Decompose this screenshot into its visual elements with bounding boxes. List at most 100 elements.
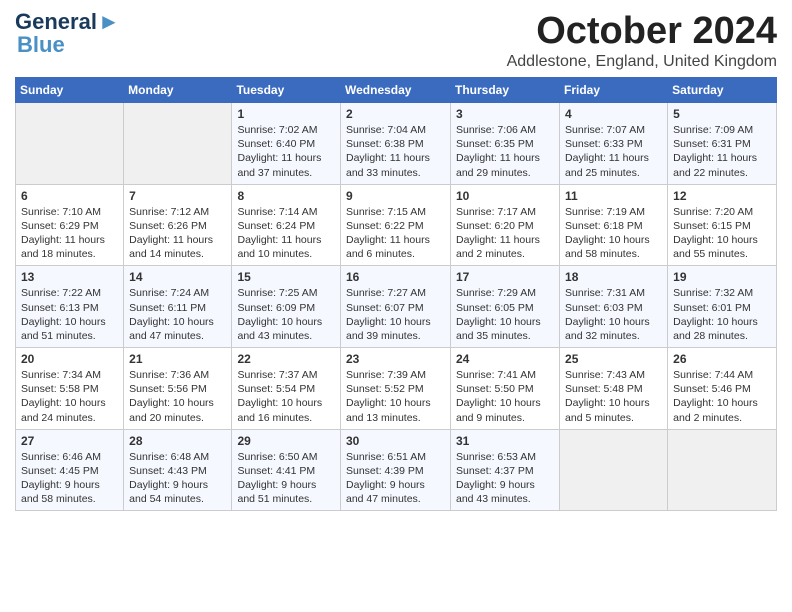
day-number: 9	[346, 189, 445, 203]
day-info: Sunrise: 7:02 AMSunset: 6:40 PMDaylight:…	[237, 124, 321, 179]
day-number: 15	[237, 270, 335, 284]
header-thursday: Thursday	[451, 78, 560, 103]
header-tuesday: Tuesday	[232, 78, 341, 103]
day-info: Sunrise: 6:51 AMSunset: 4:39 PMDaylight:…	[346, 451, 426, 506]
day-number: 5	[673, 107, 771, 121]
day-number: 31	[456, 434, 554, 448]
calendar-cell: 30 Sunrise: 6:51 AMSunset: 4:39 PMDayligh…	[341, 429, 451, 511]
calendar-cell: 19Sunrise: 7:32 AMSunset: 6:01 PMDayligh…	[668, 266, 777, 348]
day-info: Sunrise: 6:53 AMSunset: 4:37 PMDaylight:…	[456, 451, 536, 506]
calendar-cell	[124, 103, 232, 185]
calendar-week-2: 6 Sunrise: 7:10 AMSunset: 6:29 PMDaylight…	[16, 184, 777, 266]
day-number: 29	[237, 434, 335, 448]
day-number: 21	[129, 352, 226, 366]
day-info: Sunrise: 7:39 AMSunset: 5:52 PMDaylight:…	[346, 369, 431, 424]
calendar-week-4: 20Sunrise: 7:34 AMSunset: 5:58 PMDayligh…	[16, 348, 777, 430]
day-info: Sunrise: 7:19 AMSunset: 6:18 PMDaylight:…	[565, 206, 650, 261]
calendar-cell: 21 Sunrise: 7:36 AMSunset: 5:56 PMDayligh…	[124, 348, 232, 430]
day-info: Sunrise: 7:09 AMSunset: 6:31 PMDaylight:…	[673, 124, 757, 179]
day-info: Sunrise: 7:43 AMSunset: 5:48 PMDaylight:…	[565, 369, 650, 424]
logo: General► Blue	[15, 10, 120, 58]
calendar-cell: 3 Sunrise: 7:06 AMSunset: 6:35 PMDaylight…	[451, 103, 560, 185]
day-info: Sunrise: 7:20 AMSunset: 6:15 PMDaylight:…	[673, 206, 758, 261]
header-saturday: Saturday	[668, 78, 777, 103]
day-number: 14	[129, 270, 226, 284]
header-friday: Friday	[560, 78, 668, 103]
calendar-week-3: 13 Sunrise: 7:22 AMSunset: 6:13 PMDayligh…	[16, 266, 777, 348]
calendar-cell	[560, 429, 668, 511]
calendar-cell: 13 Sunrise: 7:22 AMSunset: 6:13 PMDayligh…	[16, 266, 124, 348]
calendar-cell: 15 Sunrise: 7:25 AMSunset: 6:09 PMDayligh…	[232, 266, 341, 348]
day-number: 23	[346, 352, 445, 366]
calendar-cell: 9 Sunrise: 7:15 AMSunset: 6:22 PMDaylight…	[341, 184, 451, 266]
calendar-table: Sunday Monday Tuesday Wednesday Thursday…	[15, 77, 777, 511]
day-number: 19	[673, 270, 771, 284]
day-info: Sunrise: 6:48 AMSunset: 4:43 PMDaylight:…	[129, 451, 209, 506]
day-info: Sunrise: 7:25 AMSunset: 6:09 PMDaylight:…	[237, 287, 322, 342]
day-info: Sunrise: 6:50 AMSunset: 4:41 PMDaylight:…	[237, 451, 317, 506]
header-wednesday: Wednesday	[341, 78, 451, 103]
day-info: Sunrise: 7:37 AMSunset: 5:54 PMDaylight:…	[237, 369, 322, 424]
day-number: 18	[565, 270, 662, 284]
day-info: Sunrise: 7:15 AMSunset: 6:22 PMDaylight:…	[346, 206, 430, 261]
month-title: October 2024	[507, 10, 777, 53]
day-number: 20	[21, 352, 118, 366]
day-number: 11	[565, 189, 662, 203]
day-info: Sunrise: 7:04 AMSunset: 6:38 PMDaylight:…	[346, 124, 430, 179]
day-info: Sunrise: 7:10 AMSunset: 6:29 PMDaylight:…	[21, 206, 105, 261]
day-number: 24	[456, 352, 554, 366]
calendar-cell: 22 Sunrise: 7:37 AMSunset: 5:54 PMDayligh…	[232, 348, 341, 430]
day-info: Sunrise: 7:41 AMSunset: 5:50 PMDaylight:…	[456, 369, 541, 424]
day-info: Sunrise: 7:24 AMSunset: 6:11 PMDaylight:…	[129, 287, 214, 342]
day-number: 28	[129, 434, 226, 448]
day-info: Sunrise: 6:46 AMSunset: 4:45 PMDaylight:…	[21, 451, 101, 506]
day-number: 10	[456, 189, 554, 203]
calendar-cell: 26 Sunrise: 7:44 AMSunset: 5:46 PMDayligh…	[668, 348, 777, 430]
logo-text: General►	[15, 10, 120, 34]
day-number: 27	[21, 434, 118, 448]
day-number: 30	[346, 434, 445, 448]
title-block: October 2024 Addlestone, England, United…	[507, 10, 777, 71]
day-number: 12	[673, 189, 771, 203]
day-number: 16	[346, 270, 445, 284]
day-number: 26	[673, 352, 771, 366]
day-info: Sunrise: 7:36 AMSunset: 5:56 PMDaylight:…	[129, 369, 214, 424]
calendar-cell: 11 Sunrise: 7:19 AMSunset: 6:18 PMDayligh…	[560, 184, 668, 266]
calendar-week-1: 1 Sunrise: 7:02 AMSunset: 6:40 PMDaylight…	[16, 103, 777, 185]
day-info: Sunrise: 7:17 AMSunset: 6:20 PMDaylight:…	[456, 206, 540, 261]
day-info: Sunrise: 7:06 AMSunset: 6:35 PMDaylight:…	[456, 124, 540, 179]
location: Addlestone, England, United Kingdom	[507, 53, 777, 71]
day-info: Sunrise: 7:07 AMSunset: 6:33 PMDaylight:…	[565, 124, 649, 179]
calendar-cell: 27 Sunrise: 6:46 AMSunset: 4:45 PMDayligh…	[16, 429, 124, 511]
calendar-cell: 2 Sunrise: 7:04 AMSunset: 6:38 PMDaylight…	[341, 103, 451, 185]
calendar-cell: 14 Sunrise: 7:24 AMSunset: 6:11 PMDayligh…	[124, 266, 232, 348]
calendar-cell: 31 Sunrise: 6:53 AMSunset: 4:37 PMDayligh…	[451, 429, 560, 511]
day-info: Sunrise: 7:22 AMSunset: 6:13 PMDaylight:…	[21, 287, 106, 342]
day-info: Sunrise: 7:27 AMSunset: 6:07 PMDaylight:…	[346, 287, 431, 342]
day-info: Sunrise: 7:12 AMSunset: 6:26 PMDaylight:…	[129, 206, 213, 261]
day-number: 22	[237, 352, 335, 366]
header-sunday: Sunday	[16, 78, 124, 103]
day-number: 13	[21, 270, 118, 284]
calendar-week-5: 27 Sunrise: 6:46 AMSunset: 4:45 PMDayligh…	[16, 429, 777, 511]
day-number: 17	[456, 270, 554, 284]
day-info: Sunrise: 7:44 AMSunset: 5:46 PMDaylight:…	[673, 369, 758, 424]
day-number: 1	[237, 107, 335, 121]
calendar-cell: 10 Sunrise: 7:17 AMSunset: 6:20 PMDayligh…	[451, 184, 560, 266]
day-info: Sunrise: 7:14 AMSunset: 6:24 PMDaylight:…	[237, 206, 321, 261]
day-number: 7	[129, 189, 226, 203]
page-header: General► Blue October 2024 Addlestone, E…	[15, 10, 777, 71]
day-number: 6	[21, 189, 118, 203]
day-number: 2	[346, 107, 445, 121]
calendar-header-row: Sunday Monday Tuesday Wednesday Thursday…	[16, 78, 777, 103]
day-number: 3	[456, 107, 554, 121]
day-number: 8	[237, 189, 335, 203]
calendar-cell: 28 Sunrise: 6:48 AMSunset: 4:43 PMDayligh…	[124, 429, 232, 511]
day-number: 25	[565, 352, 662, 366]
day-info: Sunrise: 7:31 AMSunset: 6:03 PMDaylight:…	[565, 287, 650, 342]
calendar-cell: 24 Sunrise: 7:41 AMSunset: 5:50 PMDayligh…	[451, 348, 560, 430]
calendar-cell: 17Sunrise: 7:29 AMSunset: 6:05 PMDayligh…	[451, 266, 560, 348]
calendar-cell: 29 Sunrise: 6:50 AMSunset: 4:41 PMDayligh…	[232, 429, 341, 511]
calendar-cell: 16 Sunrise: 7:27 AMSunset: 6:07 PMDayligh…	[341, 266, 451, 348]
header-monday: Monday	[124, 78, 232, 103]
